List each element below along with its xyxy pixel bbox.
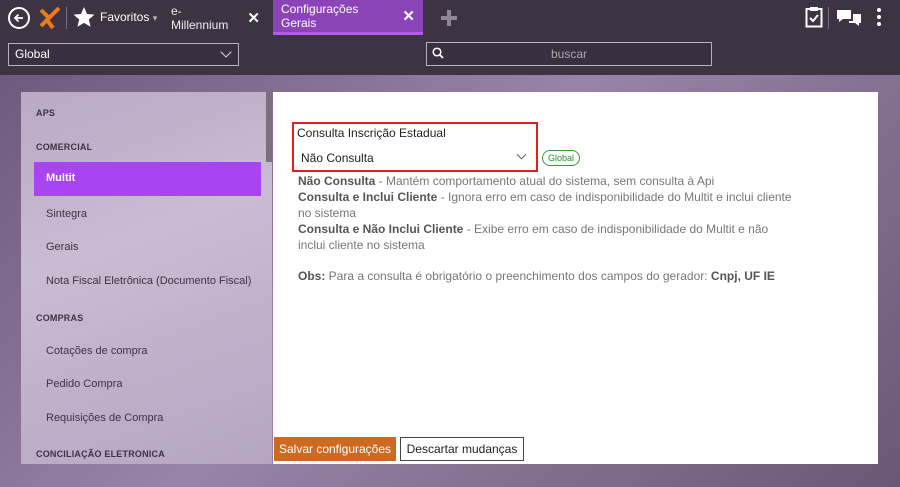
select-value: Não Consulta xyxy=(301,151,374,165)
sidebar-item-sintegra[interactable]: Sintegra xyxy=(46,208,87,220)
chat-icon[interactable] xyxy=(836,9,862,27)
obs-fields: Cnpj, UF IE xyxy=(710,269,775,283)
close-icon[interactable]: ✕ xyxy=(247,9,260,27)
obs-label: Obs: xyxy=(298,269,326,283)
tab-configuracoes-gerais[interactable]: Configurações Gerais ✕ xyxy=(273,0,423,35)
help-option-name: Não Consulta xyxy=(298,174,376,188)
sidebar-item-label: Multit xyxy=(46,172,76,184)
sidebar-item-pedido-compra[interactable]: Pedido Compra xyxy=(46,378,122,390)
search-placeholder: buscar xyxy=(550,47,588,61)
consulta-ie-select[interactable]: Não Consulta xyxy=(297,148,533,168)
scope-select-value: Global xyxy=(15,47,50,61)
star-icon[interactable] xyxy=(72,5,96,29)
top-tab-bar: Favoritos ▾ e-Millennium ✕ Configurações… xyxy=(0,0,900,35)
favorites-menu[interactable]: Favoritos ▾ xyxy=(100,10,157,24)
sidebar-heading-aps[interactable]: APS xyxy=(36,108,55,118)
help-option-consulta-nao-inclui: Consulta e Não Inclui Cliente - Exibe er… xyxy=(298,221,798,253)
help-option-name: Consulta e Não Inclui Cliente xyxy=(298,222,464,236)
discard-button[interactable]: Descartar mudanças xyxy=(400,437,524,461)
tab-label: Configurações Gerais xyxy=(281,2,359,30)
sidebar-item-requisicoes[interactable]: Requisições de Compra xyxy=(46,412,163,424)
help-option-consulta-inclui: Consulta e Inclui Cliente - Ignora erro … xyxy=(298,189,798,221)
sidebar-scrollbar[interactable] xyxy=(266,92,272,162)
obs-note: Obs: Para a consulta é obrigatório o pre… xyxy=(298,268,858,284)
sidebar-heading-conciliacao[interactable]: CONCILIAÇÃO ELETRONICA xyxy=(36,449,165,459)
help-option-text: - Mantém comportamento atual do sistema,… xyxy=(375,174,715,188)
help-option-name: Consulta e Inclui Cliente xyxy=(298,190,438,204)
scope-select[interactable]: Global xyxy=(8,43,239,66)
add-tab-icon[interactable] xyxy=(441,10,457,26)
back-arrow-icon[interactable] xyxy=(8,7,30,29)
save-button[interactable]: Salvar configurações xyxy=(274,437,396,461)
app-logo-icon[interactable] xyxy=(39,6,61,30)
tab-label: e-Millennium xyxy=(171,3,229,32)
search-input[interactable]: buscar xyxy=(426,42,712,66)
field-label: Consulta Inscrição Estadual xyxy=(297,126,446,140)
sidebar-item-multit[interactable]: Multit xyxy=(34,162,261,196)
clipboard-check-icon[interactable] xyxy=(805,6,823,28)
sidebar-heading-compras[interactable]: COMPRAS xyxy=(36,313,83,323)
settings-sidebar: APS COMERCIAL Multit Sintegra Gerais Not… xyxy=(21,92,272,464)
sidebar-heading-comercial[interactable]: COMERCIAL xyxy=(36,142,92,152)
scope-badge: Global xyxy=(542,150,581,166)
close-icon[interactable]: ✕ xyxy=(402,7,415,25)
chevron-down-icon: ▾ xyxy=(152,13,158,23)
help-option-nao-consulta: Não Consulta - Mantém comportamento atua… xyxy=(298,173,798,189)
chevron-down-icon xyxy=(516,149,527,160)
more-options-icon[interactable] xyxy=(876,8,882,28)
sidebar-item-gerais[interactable]: Gerais xyxy=(46,241,78,253)
favorites-label: Favoritos xyxy=(100,10,150,24)
tab-e-millennium[interactable]: e-Millennium ✕ xyxy=(163,0,268,35)
obs-text: Para a consulta é obrigatório o preenchi… xyxy=(325,269,711,283)
sidebar-item-nota-fiscal[interactable]: Nota Fiscal Eletrônica (Documento Fiscal… xyxy=(46,275,251,287)
filter-bar: Global buscar xyxy=(0,35,900,75)
chevron-down-icon xyxy=(220,46,232,58)
divider xyxy=(828,7,829,29)
sidebar-item-cotacoes[interactable]: Cotações de compra xyxy=(46,345,148,357)
divider xyxy=(66,7,67,29)
